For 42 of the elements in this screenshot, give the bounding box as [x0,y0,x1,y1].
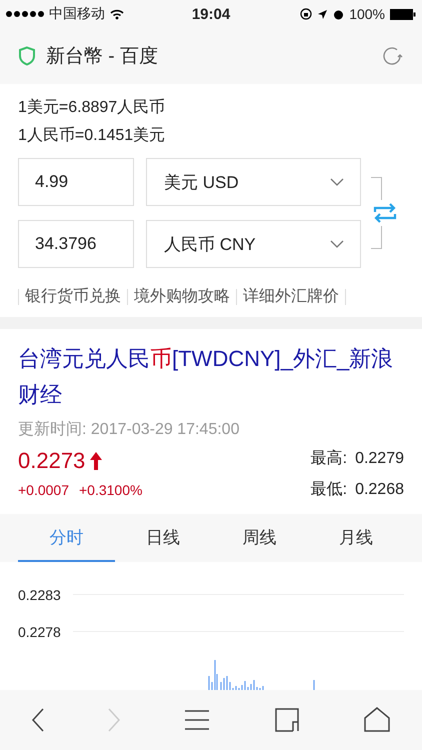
chevron-down-icon [330,178,344,186]
shield-icon [18,46,36,66]
signal-icon [6,11,44,17]
change: +0.0007 [18,482,69,498]
chart-tab[interactable]: 周线 [211,514,308,562]
chevron-down-icon [330,240,344,248]
low-value: 0.2268 [355,481,404,498]
bracket-line [371,226,382,249]
currency-dropdown[interactable]: 美元 USD [146,158,361,206]
amount-field[interactable]: 4.99 [18,158,134,206]
link[interactable]: 境外购物攻略 [134,286,230,307]
battery-percent: 100% [349,6,385,22]
exchange-rate: 1人民币=0.1451美元 [18,126,166,146]
price: 0.2273 [18,448,86,474]
location-icon [317,8,328,20]
rotation-lock-icon [300,8,312,20]
axis-label: 0.2283 [18,586,61,602]
high-value: 0.2279 [355,450,404,467]
exchange-rate: 1美元=6.8897人民币 [18,98,166,118]
low-label: 最低: [310,481,348,498]
change-percent: +0.3100% [79,482,142,498]
bracket-line [371,177,382,200]
swap-button[interactable] [371,177,399,249]
link[interactable]: 详细外汇牌价 [243,286,339,307]
link[interactable]: 银行货币兑换 [25,286,121,307]
clock: 19:04 [192,6,230,22]
amount-field[interactable]: 34.3796 [18,220,134,268]
home-icon [363,706,391,734]
currency-dropdown[interactable]: 人民币 CNY [146,220,361,268]
page-title: 新台幣 - 百度 [46,45,159,69]
battery-icon [390,8,416,20]
chart-tab[interactable]: 日线 [114,514,211,562]
tabs-icon [273,706,301,734]
carrier: 中国移动 [49,5,105,23]
wifi-icon [110,8,124,20]
chart-tab[interactable]: 月线 [308,514,404,562]
axis-label: 0.2278 [18,624,61,640]
update-time: 更新时间: 2017-03-29 17:45:00 [18,420,240,440]
forward-icon [107,706,121,734]
high-label: 最高: [310,450,348,467]
result-title-link[interactable]: 台湾元兑人民币[TWDCNY]_外汇_新浪财经 [18,341,404,413]
back-icon [31,706,45,734]
